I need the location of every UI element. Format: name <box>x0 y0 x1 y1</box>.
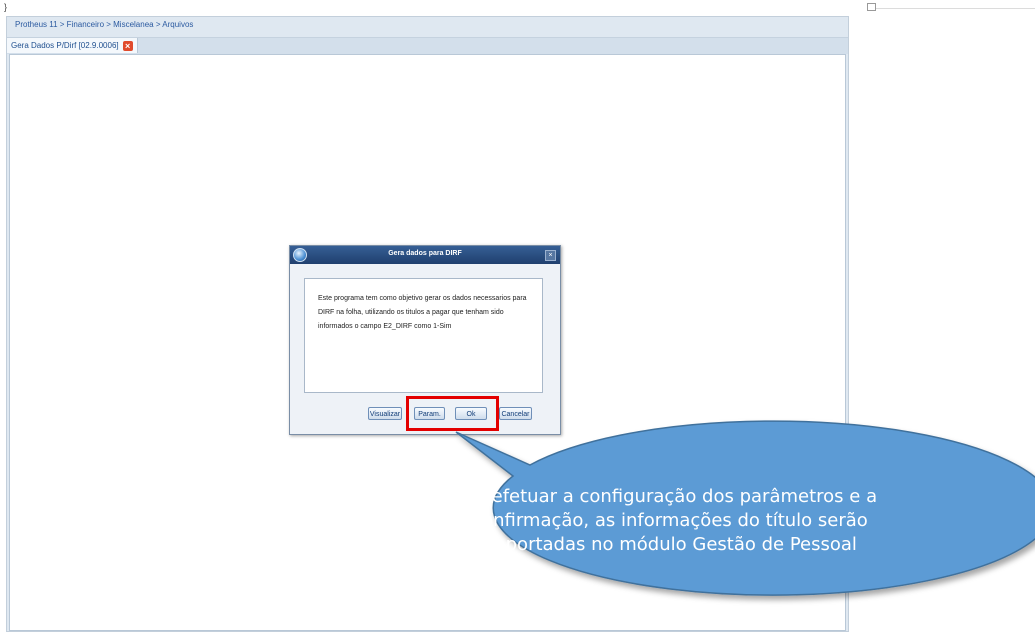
callout-text: Ao efetuar a configuração dos parâmetros… <box>462 486 878 555</box>
